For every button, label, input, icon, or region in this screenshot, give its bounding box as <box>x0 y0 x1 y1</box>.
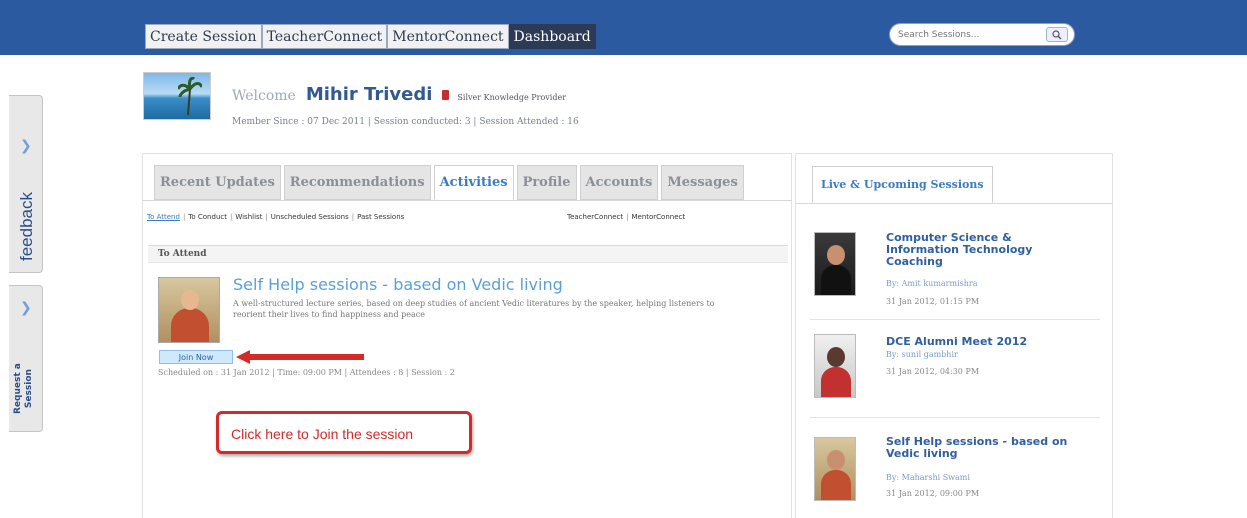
live-session-item[interactable]: Computer Science & Information Technolog… <box>810 222 1100 320</box>
palm-tree-icon <box>178 77 202 115</box>
callout-text: Click here to Join the session <box>231 426 414 442</box>
live-session-item[interactable]: DCE Alumni Meet 2012 By: sunil gambhir 3… <box>810 322 1100 418</box>
tab-live-upcoming[interactable]: Live & Upcoming Sessions <box>812 166 993 203</box>
tab-recommendations[interactable]: Recommendations <box>283 165 431 200</box>
live-session-presenter[interactable]: By: Maharshi Swami <box>886 473 970 482</box>
user-rank: Silver Knowledge Provider <box>457 93 567 102</box>
presenter-avatar[interactable] <box>814 334 856 398</box>
avatar-face <box>827 245 845 265</box>
chevron-right-icon: ❯ <box>20 138 32 154</box>
right-tab-divider <box>795 203 1113 204</box>
subnav-mentor-connect[interactable]: MentorConnect <box>631 213 685 221</box>
subnav-unscheduled[interactable]: Unscheduled Sessions <box>271 213 349 221</box>
live-session-date: 31 Jan 2012, 09:00 PM <box>886 489 980 498</box>
thumbnail-figure-face <box>181 290 199 310</box>
subnav-wishlist[interactable]: Wishlist <box>235 213 262 221</box>
tab-accounts[interactable]: Accounts <box>579 165 659 200</box>
tab-messages[interactable]: Messages <box>661 165 744 200</box>
red-arrow-icon <box>236 350 364 364</box>
live-session-title[interactable]: Self Help sessions - based on Vedic livi… <box>886 436 1086 460</box>
subnav-to-conduct[interactable]: To Conduct <box>188 213 227 221</box>
activity-subnav: To Attend | To Conduct | Wishlist | Unschedule… <box>147 213 686 221</box>
tab-recent-updates[interactable]: Recent Updates <box>154 165 281 200</box>
request-label-line-2: Session <box>24 369 34 409</box>
avatar-face <box>827 347 845 367</box>
avatar-face <box>827 450 845 470</box>
dashboard-tabs: Recent Updates Recommendations Activitie… <box>154 165 747 200</box>
live-session-title[interactable]: DCE Alumni Meet 2012 <box>886 336 1086 348</box>
avatar-body <box>821 470 851 500</box>
search-box <box>889 23 1075 46</box>
avatar[interactable] <box>143 72 211 120</box>
nav-dashboard[interactable]: Dashboard <box>508 24 596 49</box>
section-title: To Attend <box>158 249 207 259</box>
tab-divider <box>142 200 792 201</box>
section-header: To Attend <box>148 245 788 263</box>
main-panel <box>142 153 792 518</box>
live-session-title[interactable]: Computer Science & Information Technolog… <box>886 232 1086 268</box>
welcome-line: Welcome Mihir Trivedi Silver Knowledge P… <box>232 84 566 105</box>
request-session-label: Request a Session <box>13 363 35 414</box>
feedback-label: feedback <box>17 192 36 261</box>
live-session-presenter[interactable]: By: Amit kumarmishra <box>886 279 978 288</box>
join-now-button[interactable]: Join Now <box>159 350 233 364</box>
user-name[interactable]: Mihir Trivedi <box>306 84 433 105</box>
avatar-body <box>821 265 851 295</box>
tab-activities[interactable]: Activities <box>433 165 514 200</box>
request-session-tab[interactable]: ❯ Request a Session <box>9 285 43 432</box>
subnav-right: TeacherConnect | MentorConnect <box>567 213 686 221</box>
top-nav: Create Session TeacherConnect MentorConn… <box>145 24 596 49</box>
live-session-item[interactable]: Self Help sessions - based on Vedic livi… <box>810 425 1100 518</box>
feedback-tab[interactable]: ❯ feedback <box>9 95 43 273</box>
search-icon[interactable] <box>1046 27 1068 42</box>
subnav-past-sessions[interactable]: Past Sessions <box>357 213 404 221</box>
welcome-label: Welcome <box>232 88 296 104</box>
member-info: Member Since : 07 Dec 2011 | Session con… <box>232 117 579 127</box>
join-callout: Click here to Join the session <box>216 411 472 454</box>
nav-teacher-connect[interactable]: TeacherConnect <box>261 24 388 49</box>
thumbnail-figure-body <box>171 308 209 342</box>
presenter-avatar[interactable] <box>814 437 856 501</box>
avatar-body <box>821 367 851 397</box>
subnav-teacher-connect[interactable]: TeacherConnect <box>567 213 623 221</box>
search-input[interactable] <box>898 27 1038 43</box>
session-schedule: Scheduled on : 31 Jan 2012 | Time: 09:00… <box>158 368 455 377</box>
session-thumbnail[interactable] <box>158 277 220 343</box>
request-label-line-1: Request a <box>13 363 23 414</box>
nav-create-session[interactable]: Create Session <box>145 24 262 49</box>
chevron-right-icon: ❯ <box>20 300 32 316</box>
presenter-avatar[interactable] <box>814 232 856 296</box>
subnav-to-attend[interactable]: To Attend <box>147 213 180 221</box>
live-session-presenter[interactable]: By: sunil gambhir <box>886 350 958 359</box>
live-session-date: 31 Jan 2012, 04:30 PM <box>886 367 980 376</box>
tab-profile[interactable]: Profile <box>516 165 577 200</box>
session-description: A well-structured lecture series, based … <box>233 299 715 319</box>
nav-mentor-connect[interactable]: MentorConnect <box>387 24 509 49</box>
rank-badge-icon <box>442 90 450 100</box>
session-title[interactable]: Self Help sessions - based on Vedic livi… <box>233 275 563 294</box>
live-session-date: 31 Jan 2012, 01:15 PM <box>886 297 980 306</box>
